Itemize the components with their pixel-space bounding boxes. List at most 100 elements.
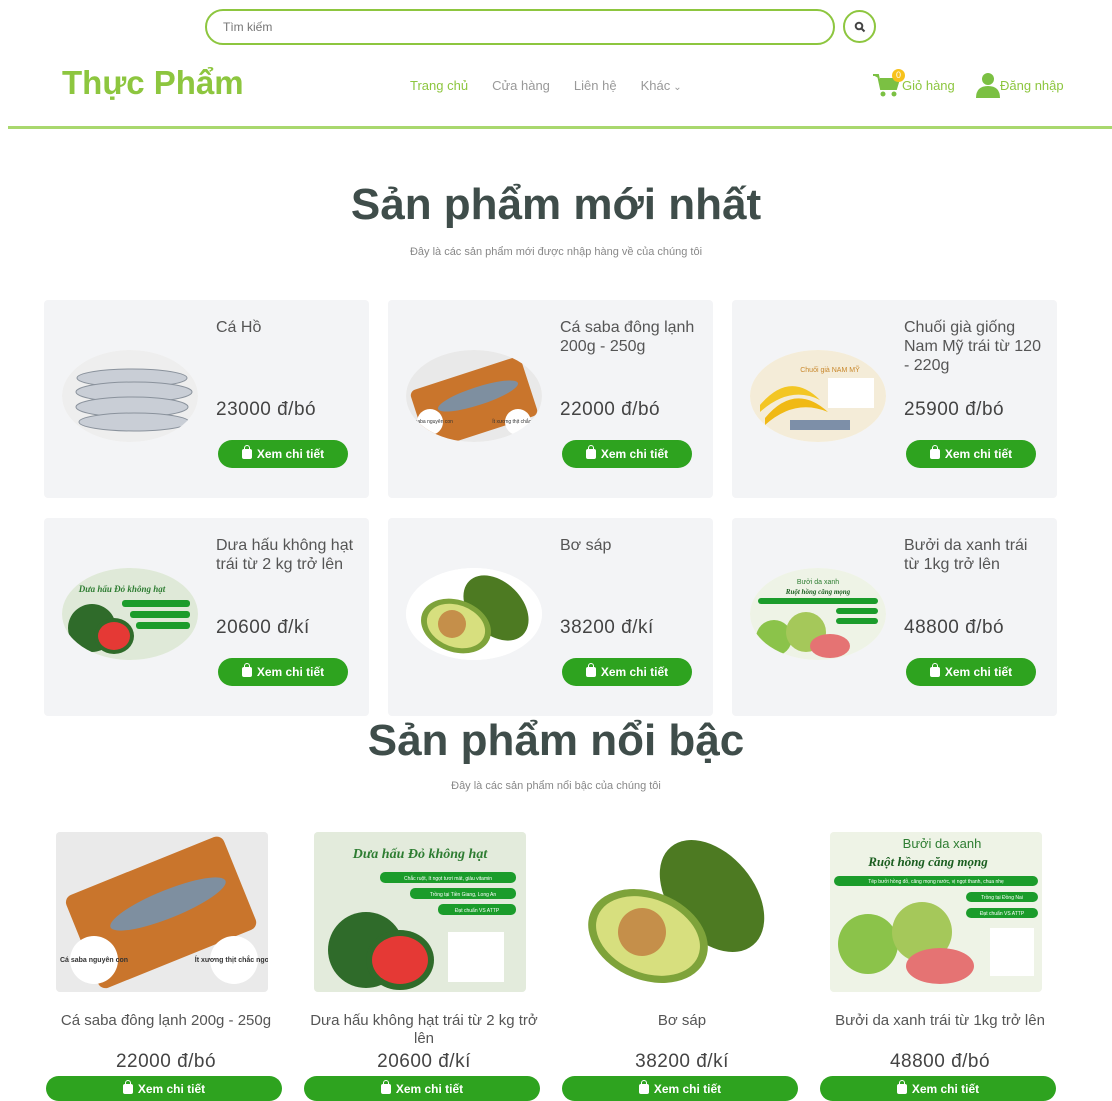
product-card: Chuối già NAM MỸ Chuối già giống Nam Mỹ … (732, 300, 1057, 498)
bag-icon (929, 663, 940, 677)
view-detail-button[interactable]: Xem chi tiết (218, 440, 348, 468)
product-name: Bơ sáp (560, 537, 612, 554)
login-link[interactable]: Đăng nhập (976, 72, 1064, 98)
view-detail-button[interactable]: Xem chi tiết (906, 658, 1036, 686)
login-label: Đăng nhập (1000, 77, 1064, 93)
product-price: 48800 đ/bó (889, 1051, 991, 1072)
product-image: Bưởi da xanh Ruột hồng căng mọng (750, 568, 886, 660)
bag-icon (380, 1079, 391, 1094)
product-price: 38200 đ/kí (560, 617, 654, 638)
view-detail-label: Xem chi tiết (395, 1081, 464, 1096)
pomelo-image-title: Bưởi da xanh (903, 836, 982, 851)
saba-badge-left: Cá saba nguyên con (407, 419, 453, 425)
pomelo-image-line-3: Đạt chuẩn VS ATTP (980, 910, 1025, 917)
bag-icon (585, 663, 596, 677)
view-detail-label: Xem chi tiết (600, 447, 669, 461)
bag-icon (929, 445, 940, 459)
view-detail-button[interactable]: Xem chi tiết (562, 1076, 798, 1101)
view-detail-label: Xem chi tiết (944, 665, 1013, 679)
featured-product-image: Bưởi da xanh Ruột hồng căng mọng Tép bưở… (830, 832, 1042, 992)
nav-shop[interactable]: Cửa hàng (492, 78, 550, 93)
watermelon-image-line-1: Chắc ruột, ít ngọt tươi mát, giàu vitami… (404, 875, 492, 882)
pomelo-image-title: Bưởi da xanh (797, 578, 839, 586)
main-nav: Trang chủ Cửa hàng Liên hệ Khác ⌄ (410, 78, 682, 93)
pomelo-image-line-2: Trồng tại Đồng Nai (981, 895, 1023, 901)
product-name: Dưa hấu không hạt trái từ 2 kg trở lên (310, 1012, 538, 1047)
watermelon-image-title: Dưa hấu Đỏ không hạt (78, 584, 166, 594)
search-bar (205, 9, 835, 45)
bag-icon (638, 1079, 649, 1094)
product-card: Cá Hồ 23000 đ/bó Xem chi tiết (44, 300, 369, 498)
section-title-newest: Sản phẩm mới nhất (350, 180, 762, 229)
header-divider (8, 126, 1112, 129)
featured-product-image: Cá saba nguyên con Ít xương thịt chắc ng… (56, 832, 268, 992)
view-detail-label: Xem chi tiết (653, 1081, 722, 1096)
product-card: Bơ sáp 38200 đ/kí Xem chi tiết (388, 518, 713, 716)
view-detail-button[interactable]: Xem chi tiết (46, 1076, 282, 1101)
view-detail-button[interactable]: Xem chi tiết (820, 1076, 1056, 1101)
view-detail-button[interactable]: Xem chi tiết (562, 440, 692, 468)
nav-more-label: Khác (640, 78, 671, 93)
product-image: Chuối già NAM MỸ (750, 350, 886, 442)
product-card: Cá saba nguyên con Ít xương thịt chắc ng… (388, 300, 713, 498)
section-title-featured: Sản phẩm nổi bậc (367, 716, 745, 765)
featured-product-image (572, 832, 784, 992)
product-name: Chuối già giống Nam Mỹ trái từ 120 - 220… (904, 319, 1041, 374)
product-price: 38200 đ/kí (635, 1051, 729, 1072)
bag-icon (241, 663, 252, 677)
product-price: 25900 đ/bó (904, 399, 1005, 420)
product-price: 20600 đ/kí (377, 1051, 471, 1072)
featured-product-image: Dưa hấu Đỏ không hạt Chắc ruột, ít ngọt … (314, 832, 526, 992)
nav-home[interactable]: Trang chủ (410, 78, 468, 93)
product-price: 22000 đ/bó (115, 1051, 217, 1072)
product-name: Cá Hồ (216, 319, 262, 336)
nav-contact[interactable]: Liên hệ (574, 78, 617, 93)
view-detail-label: Xem chi tiết (256, 665, 325, 679)
product-name: Dưa hấu không hạt trái từ 2 kg trở lên (216, 537, 354, 573)
product-name: Cá saba đông lạnh 200g - 250g (60, 1012, 272, 1029)
site-logo[interactable]: Thực Phẩm (62, 64, 244, 102)
search-button[interactable] (843, 10, 876, 43)
product-card: Bưởi da xanh Ruột hồng căng mọng Bưởi da… (732, 518, 1057, 716)
saba-badge-right: Ít xương thịt chắc ngon (492, 418, 542, 425)
view-detail-button[interactable]: Xem chi tiết (304, 1076, 540, 1101)
cart-link[interactable]: 0 Giỏ hàng (872, 69, 955, 98)
bag-icon (122, 1079, 133, 1094)
pomelo-image-line-1: Tép bưởi hồng đỏ, căng mọng nước, vị ngọ… (868, 878, 1004, 885)
view-detail-button[interactable]: Xem chi tiết (562, 658, 692, 686)
product-image (406, 568, 542, 660)
watermelon-image-line-2: Trồng tại Tiền Giang, Long An (430, 892, 496, 898)
bag-icon (241, 445, 252, 459)
view-detail-button[interactable]: Xem chi tiết (906, 440, 1036, 468)
product-card: Dưa hấu Đỏ không hạt Dưa hấu không hạt t… (44, 518, 369, 716)
cart-count-badge: 0 (892, 69, 905, 82)
product-price: 23000 đ/bó (216, 399, 317, 420)
cart-label: Giỏ hàng (902, 77, 955, 93)
view-detail-label: Xem chi tiết (137, 1081, 206, 1096)
banana-image-text: Chuối già NAM MỸ (800, 365, 860, 374)
product-name: Bơ sáp (657, 1012, 707, 1029)
section-subtitle-newest: Đây là các sản phẩm mới được nhập hàng v… (409, 246, 703, 258)
product-image: Cá saba nguyên con Ít xương thịt chắc ng… (406, 350, 542, 442)
product-image: Dưa hấu Đỏ không hạt (62, 568, 198, 660)
pomelo-image-subtitle: Ruột hồng căng mọng (785, 588, 851, 596)
product-name: Cá saba đông lạnh 200g - 250g (560, 319, 695, 355)
pomelo-image-subtitle: Ruột hồng căng mọng (867, 854, 988, 869)
bag-icon (896, 1079, 907, 1094)
search-input[interactable] (207, 11, 833, 43)
watermelon-image-title: Dưa hấu Đỏ không hạt (352, 847, 489, 862)
saba-badge-left: Cá saba nguyên con (60, 957, 128, 964)
product-image (62, 350, 198, 442)
search-icon (854, 21, 865, 32)
bag-icon (585, 445, 596, 459)
view-detail-label: Xem chi tiết (911, 1081, 980, 1096)
view-detail-label: Xem chi tiết (944, 447, 1013, 461)
user-icon (976, 73, 1000, 98)
product-price: 48800 đ/bó (904, 617, 1005, 638)
nav-more[interactable]: Khác ⌄ (641, 78, 682, 93)
product-name: Bưởi da xanh trái từ 1kg trở lên (904, 537, 1028, 573)
product-price: 22000 đ/bó (560, 399, 661, 420)
view-detail-button[interactable]: Xem chi tiết (218, 658, 348, 686)
saba-badge-right: Ít xương thịt chắc ngon (195, 955, 268, 964)
view-detail-label: Xem chi tiết (600, 665, 669, 679)
